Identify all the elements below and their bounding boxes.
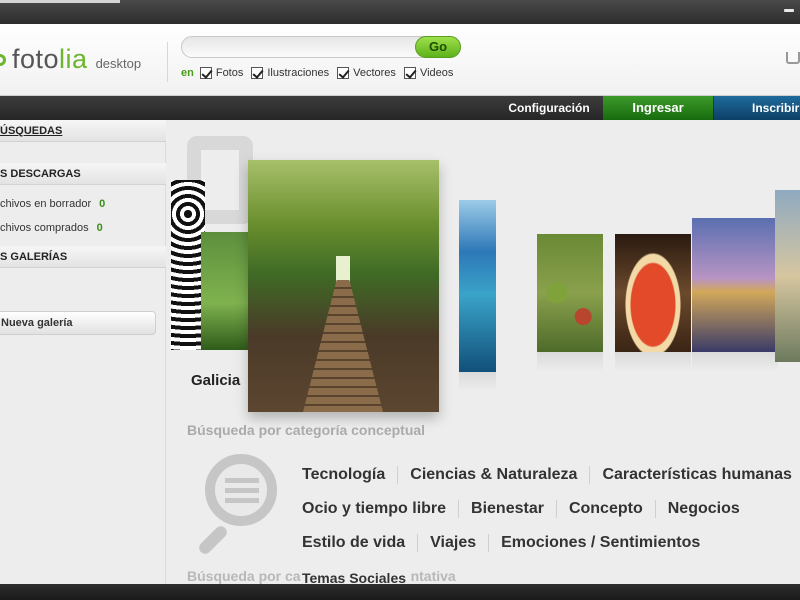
minimize-icon[interactable] bbox=[784, 9, 794, 12]
fotolia-logo: fotolia desktop bbox=[0, 44, 141, 75]
filter-fotos[interactable]: Fotos bbox=[199, 67, 244, 79]
cart-icon[interactable] bbox=[786, 52, 800, 64]
main-content: Galicia Búsqueda por categoría conceptua… bbox=[167, 120, 800, 584]
header-divider bbox=[167, 42, 168, 82]
filter-label: Ilustraciones bbox=[267, 67, 330, 79]
sidebar: ÚSQUEDAS S DESCARGAS chivos en borrador 0… bbox=[0, 120, 166, 584]
gallery-thumb-green[interactable] bbox=[201, 232, 249, 350]
filter-videos[interactable]: Videos bbox=[403, 67, 454, 79]
header: fotolia desktop Go en Fotos Ilustracione… bbox=[0, 24, 800, 96]
sidebar-downloads-heading: S DESCARGAS bbox=[0, 163, 166, 185]
magnifier-line bbox=[225, 488, 259, 493]
new-gallery-button[interactable]: Nueva galería bbox=[0, 311, 156, 335]
filter-label: Fotos bbox=[215, 67, 244, 79]
bought-count: 0 bbox=[96, 222, 103, 234]
window-titlebar bbox=[0, 0, 800, 24]
category-section-title: Búsqueda por categoría conceptual bbox=[187, 422, 426, 438]
checkbox-icon[interactable] bbox=[199, 67, 212, 79]
category-ocio[interactable]: Ocio y tiempo libre bbox=[302, 500, 460, 518]
reflection bbox=[537, 352, 603, 372]
category-emociones[interactable]: Emociones / Sentimientos bbox=[501, 534, 712, 552]
magnifier-icon bbox=[191, 454, 281, 557]
gallery-thumb-edge[interactable] bbox=[775, 190, 800, 362]
filter-ilustraciones[interactable]: Ilustraciones bbox=[251, 67, 329, 79]
gallery-thumb-food[interactable] bbox=[615, 234, 691, 352]
bridge-light bbox=[336, 256, 350, 282]
category-row-3: Estilo de vida Viajes Emociones / Sentim… bbox=[302, 534, 724, 552]
filter-label: Videos bbox=[419, 67, 454, 79]
sidebar-searches-heading[interactable]: ÚSQUEDAS bbox=[0, 120, 166, 142]
representative-title-start: Búsqueda por ca bbox=[187, 568, 301, 584]
app-window: fotolia desktop Go en Fotos Ilustracione… bbox=[0, 24, 800, 584]
magnifier-line bbox=[225, 478, 259, 483]
go-button[interactable]: Go bbox=[415, 36, 461, 58]
category-bienestar[interactable]: Bienestar bbox=[471, 500, 557, 518]
logo-subtitle: desktop bbox=[95, 56, 142, 71]
sidebar-searches-label: ÚSQUEDAS bbox=[0, 125, 63, 137]
filter-vectores[interactable]: Vectores bbox=[337, 67, 396, 79]
window-bottom-bar bbox=[0, 584, 800, 600]
magnifier-handle bbox=[196, 523, 230, 557]
filter-label: Vectores bbox=[353, 67, 396, 79]
sidebar-item-label: chivos comprados bbox=[0, 222, 89, 234]
gallery-thumb-cactus[interactable] bbox=[537, 234, 603, 352]
search-input[interactable]: Go bbox=[181, 36, 461, 58]
category-temas-sociales[interactable]: Temas Sociales bbox=[302, 570, 418, 584]
category-negocios[interactable]: Negocios bbox=[668, 500, 752, 518]
draft-count: 0 bbox=[99, 198, 106, 210]
filter-prefix: en bbox=[181, 67, 194, 79]
sidebar-item-label: chivos en borrador bbox=[0, 198, 92, 210]
gallery-featured-bridge[interactable] bbox=[248, 160, 439, 412]
category-tecnologia[interactable]: Tecnología bbox=[302, 466, 399, 484]
gallery-thumb-coast[interactable] bbox=[459, 200, 496, 372]
login-button[interactable]: Ingresar bbox=[603, 96, 713, 120]
category-row-2: Ocio y tiempo libre Bienestar Concepto N… bbox=[302, 500, 764, 518]
checkbox-icon[interactable] bbox=[251, 67, 264, 79]
reflection bbox=[615, 352, 691, 372]
titlebar-highlight bbox=[0, 0, 120, 3]
magnifier-line bbox=[225, 498, 259, 503]
logo-text-main: foto bbox=[12, 44, 60, 74]
category-estilo[interactable]: Estilo de vida bbox=[302, 534, 419, 552]
gallery-thumb-pattern[interactable] bbox=[171, 180, 205, 350]
category-row-4: Temas Sociales bbox=[302, 570, 430, 584]
reflection bbox=[459, 372, 496, 392]
reflection bbox=[692, 352, 778, 372]
sidebar-item-draft[interactable]: chivos en borrador 0 bbox=[0, 198, 105, 210]
signup-button[interactable]: Inscribir bbox=[714, 96, 800, 120]
category-concepto[interactable]: Concepto bbox=[569, 500, 656, 518]
nav-bar: Configuración Ingresar Inscribir bbox=[0, 96, 800, 120]
category-viajes[interactable]: Viajes bbox=[430, 534, 490, 552]
gallery-thumb-temple[interactable] bbox=[692, 218, 778, 352]
checkbox-icon[interactable] bbox=[403, 67, 416, 79]
checkbox-icon[interactable] bbox=[337, 67, 350, 79]
sidebar-item-bought[interactable]: chivos comprados 0 bbox=[0, 222, 103, 234]
category-caracteristicas[interactable]: Características humanas bbox=[602, 466, 800, 484]
configuration-button[interactable]: Configuración bbox=[494, 96, 604, 120]
logo-text-accent: lia bbox=[59, 44, 88, 74]
logo-mark-icon bbox=[0, 54, 6, 66]
bridge-planks bbox=[303, 280, 383, 412]
category-row-1: Tecnología Ciencias & Naturaleza Caracte… bbox=[302, 466, 800, 484]
category-ciencias[interactable]: Ciencias & Naturaleza bbox=[410, 466, 591, 484]
sidebar-galleries-heading: S GALERÍAS bbox=[0, 246, 166, 268]
featured-gallery-label: Galicia bbox=[191, 372, 241, 389]
search-filters: en Fotos Ilustraciones Vectores Videos bbox=[181, 67, 461, 79]
